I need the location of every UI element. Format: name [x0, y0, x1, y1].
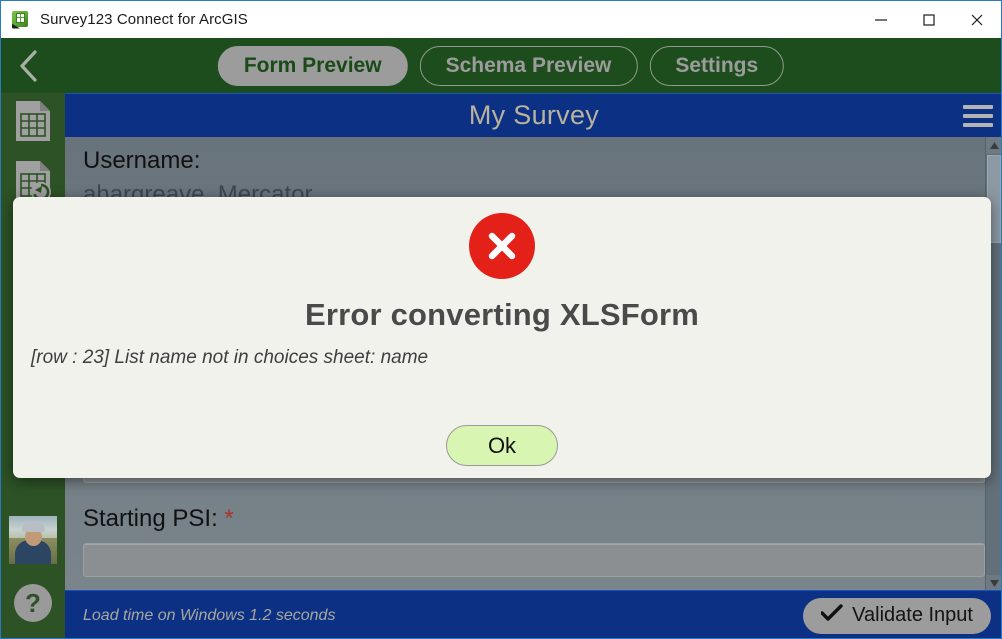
- ok-button-label: Ok: [487, 432, 517, 458]
- survey123-cube-icon: [12, 10, 30, 29]
- status-bar: Load time on Windows 1.2 seconds Validat…: [65, 590, 1001, 638]
- tab-form-preview-label: Form Preview: [243, 53, 382, 77]
- field-starting-psi-label: Starting PSI: *: [65, 495, 1001, 539]
- tab-form-preview[interactable]: Form Preview: [217, 45, 408, 86]
- help-icon: ?: [14, 584, 52, 622]
- checkmark-icon: [820, 603, 843, 628]
- survey-header: My Survey: [65, 93, 1001, 137]
- error-dialog-message: [row : 23] List name not in choices shee…: [31, 347, 429, 368]
- spreadsheet-icon: [13, 99, 53, 148]
- error-circle-x-icon: [469, 213, 535, 279]
- avatar[interactable]: [1, 507, 65, 573]
- tab-schema-preview[interactable]: Schema Preview: [419, 45, 638, 86]
- sidebar-item-spreadsheet[interactable]: [1, 93, 65, 153]
- tab-settings-label: Settings: [675, 53, 759, 77]
- load-time-text: Load time on Windows 1.2 seconds: [83, 606, 336, 624]
- hamburger-icon[interactable]: [963, 104, 993, 127]
- error-dialog: Error converting XLSForm [row : 23] List…: [13, 197, 991, 478]
- validate-input-button[interactable]: Validate Input: [803, 597, 991, 634]
- help-icon-label: ?: [25, 588, 41, 618]
- maximize-button[interactable]: [905, 1, 953, 38]
- close-button[interactable]: [953, 1, 1001, 38]
- minimize-button[interactable]: [857, 1, 905, 38]
- ok-button[interactable]: Ok: [446, 425, 558, 466]
- title-bar: Survey123 Connect for ArcGIS: [1, 1, 1001, 38]
- window-controls: [857, 1, 1001, 38]
- scroll-up-icon[interactable]: [986, 137, 1001, 154]
- window-title: Survey123 Connect for ArcGIS: [40, 11, 248, 28]
- application-window: Survey123 Connect for ArcGIS Form Previe…: [0, 0, 1002, 639]
- avatar-image: [9, 516, 57, 564]
- sidebar-item-help[interactable]: ?: [1, 573, 65, 633]
- validate-input-label: Validate Input: [852, 604, 973, 626]
- tab-settings[interactable]: Settings: [649, 45, 785, 86]
- field-starting-psi-label-text: Starting PSI:: [83, 505, 218, 532]
- chevron-left-icon[interactable]: [1, 38, 57, 93]
- tab-schema-preview-label: Schema Preview: [445, 53, 612, 77]
- page-title: My Survey: [468, 100, 600, 130]
- required-asterisk: *: [224, 505, 234, 532]
- tab-group: Form Preview Schema Preview Settings: [217, 45, 785, 86]
- field-username-label: Username:: [83, 147, 201, 174]
- error-dialog-title: Error converting XLSForm: [304, 297, 700, 332]
- main-toolbar: Form Preview Schema Preview Settings: [1, 38, 1001, 93]
- field-starting-psi: Starting PSI: *: [65, 483, 1001, 585]
- field-starting-psi-input[interactable]: [83, 543, 985, 577]
